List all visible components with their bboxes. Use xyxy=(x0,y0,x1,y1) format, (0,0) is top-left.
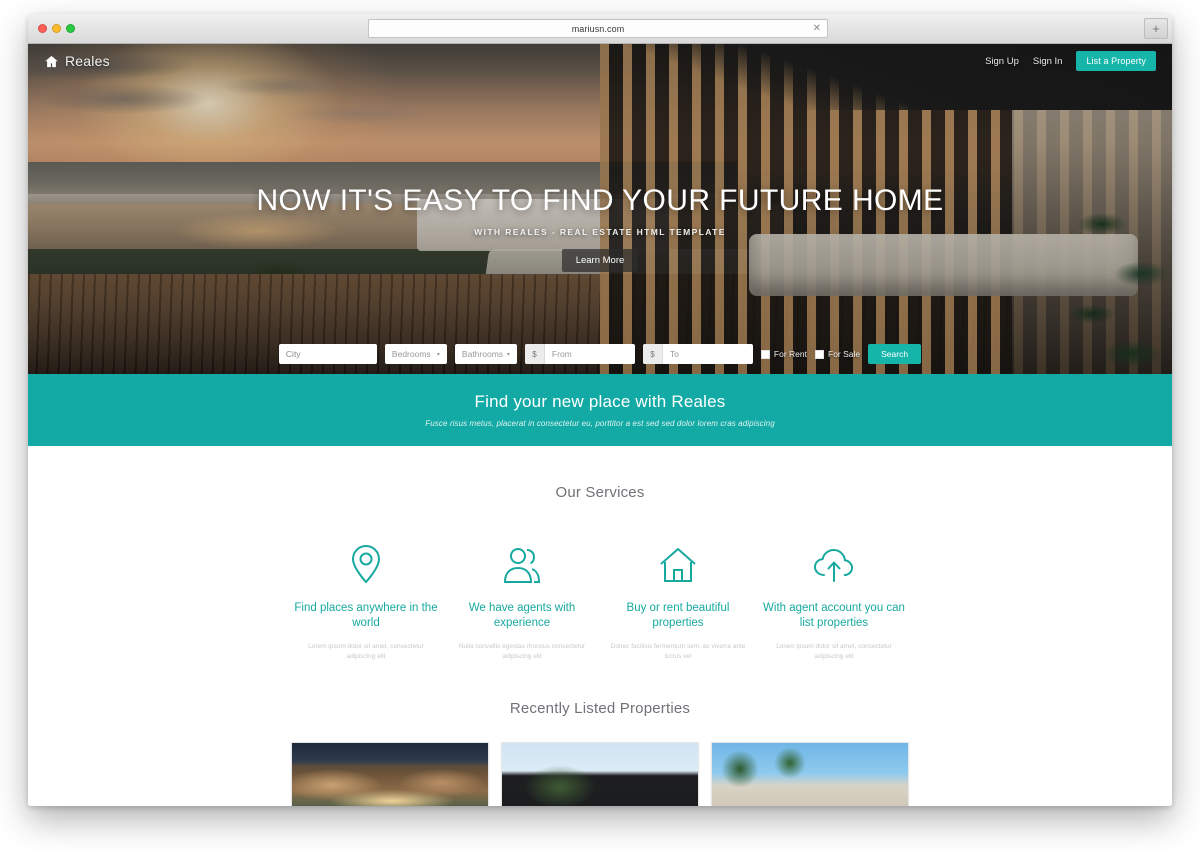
bedrooms-label: Bedrooms xyxy=(391,349,431,359)
service-title: We have agents with experience xyxy=(468,602,576,630)
hero-copy: NOW IT'S EASY TO FIND YOUR FUTURE HOME W… xyxy=(28,184,1172,272)
main-navbar: Reales Sign Up Sign In List a Property xyxy=(28,44,1172,78)
house-icon xyxy=(660,548,696,582)
sign-up-link[interactable]: Sign Up xyxy=(985,56,1019,67)
city-input[interactable]: City xyxy=(278,344,377,364)
checkbox-box xyxy=(815,349,824,359)
maximize-window-button[interactable] xyxy=(66,24,75,33)
address-bar[interactable]: mariusn.com ✕ xyxy=(368,19,828,38)
for-sale-label: For Sale xyxy=(828,349,861,359)
page-viewport: Reales Sign Up Sign In List a Property N… xyxy=(28,44,1172,806)
service-description: Lorem ipsum dolor sit amet, consectetur … xyxy=(776,643,892,661)
chevron-down-icon: ▾ xyxy=(436,351,440,358)
service-title: Find places anywhere in the world xyxy=(294,602,438,630)
property-thumbnail xyxy=(502,742,698,806)
recent-properties-section: Recently Listed Properties xyxy=(28,700,1172,806)
services-grid: Find places anywhere in the world Lorem … xyxy=(28,539,1172,662)
service-icon-wrap xyxy=(450,539,594,585)
close-window-button[interactable] xyxy=(38,24,47,33)
sign-in-link[interactable]: Sign In xyxy=(1033,56,1063,67)
for-rent-label: For Rent xyxy=(773,349,807,359)
price-from-placeholder: From xyxy=(551,349,572,359)
checkbox-box xyxy=(760,349,770,359)
service-card-list-properties[interactable]: With agent account you can list properti… xyxy=(756,539,912,662)
service-description: Donec facilisis fermentum sem, ac viverr… xyxy=(610,643,746,661)
properties-grid xyxy=(28,741,1172,806)
hero-title: NOW IT'S EASY TO FIND YOUR FUTURE HOME xyxy=(256,184,944,217)
nav-actions: Sign Up Sign In List a Property xyxy=(985,51,1156,71)
bathrooms-dropdown[interactable]: Bathrooms ▾ xyxy=(454,344,517,364)
search-button[interactable]: Search xyxy=(868,344,922,364)
price-from-input[interactable]: $ From xyxy=(524,344,635,364)
property-card[interactable] xyxy=(501,741,699,806)
brand-logo[interactable]: Reales xyxy=(44,53,110,69)
services-heading: Our Services xyxy=(555,484,645,501)
cloud-upload-icon xyxy=(813,548,854,582)
service-card-buy-rent[interactable]: Buy or rent beautiful properties Donec f… xyxy=(600,539,756,662)
property-thumbnail xyxy=(712,742,908,806)
hero-subtitle: WITH REALES - REAL ESTATE HTML TEMPLATE xyxy=(474,227,726,237)
map-pin-icon xyxy=(351,544,381,584)
service-card-find-places[interactable]: Find places anywhere in the world Lorem … xyxy=(288,539,444,662)
for-sale-checkbox[interactable]: For Sale xyxy=(815,349,860,359)
banner-subtitle: Fusce risus metus, placerat in consectet… xyxy=(425,419,775,428)
service-description: Nulla convallis egestas rhoncus consecte… xyxy=(458,643,586,661)
for-rent-checkbox[interactable]: For Rent xyxy=(760,349,807,359)
property-card[interactable] xyxy=(711,741,909,806)
window-controls xyxy=(38,24,75,33)
service-title: With agent account you can list properti… xyxy=(763,602,905,630)
learn-more-button[interactable]: Learn More xyxy=(561,249,639,272)
service-icon-wrap xyxy=(606,539,750,585)
services-section: Our Services Find places anywhere in the… xyxy=(28,446,1172,662)
list-a-property-button[interactable]: List a Property xyxy=(1076,51,1156,71)
new-tab-button[interactable]: + xyxy=(1144,18,1168,39)
bedrooms-dropdown[interactable]: Bedrooms ▾ xyxy=(384,344,447,364)
property-card[interactable] xyxy=(291,741,489,806)
property-thumbnail xyxy=(292,742,488,806)
agents-icon xyxy=(503,548,541,583)
minimize-window-button[interactable] xyxy=(52,24,61,33)
service-icon-wrap xyxy=(762,539,906,585)
hero-section: Reales Sign Up Sign In List a Property N… xyxy=(28,44,1172,374)
price-to-placeholder: To xyxy=(669,349,679,359)
price-to-input[interactable]: $ To xyxy=(642,344,753,364)
service-card-agents[interactable]: We have agents with experience Nulla con… xyxy=(444,539,600,662)
property-search-bar: City Bedrooms ▾ Bathrooms ▾ $ From $ To xyxy=(28,344,1172,364)
currency-icon: $ xyxy=(524,344,545,364)
brand-name: Reales xyxy=(65,53,110,69)
currency-icon: $ xyxy=(642,344,663,364)
browser-window: mariusn.com ✕ + Reales Sign Up Sign In L… xyxy=(28,14,1172,806)
properties-heading: Recently Listed Properties xyxy=(509,699,691,717)
bathrooms-label: Bathrooms xyxy=(461,349,504,359)
service-description: Lorem ipsum dolor sit amet, consectetur … xyxy=(308,643,424,661)
tagline-banner: Find your new place with Reales Fusce ri… xyxy=(28,374,1172,446)
service-title: Buy or rent beautiful properties xyxy=(626,602,730,630)
url-text: mariusn.com xyxy=(571,23,625,34)
close-icon[interactable]: ✕ xyxy=(813,23,821,34)
home-icon xyxy=(45,55,58,67)
service-icon-wrap xyxy=(294,539,438,585)
browser-titlebar: mariusn.com ✕ + xyxy=(28,14,1172,44)
banner-title: Find your new place with Reales xyxy=(474,392,726,411)
chevron-down-icon: ▾ xyxy=(506,351,510,358)
